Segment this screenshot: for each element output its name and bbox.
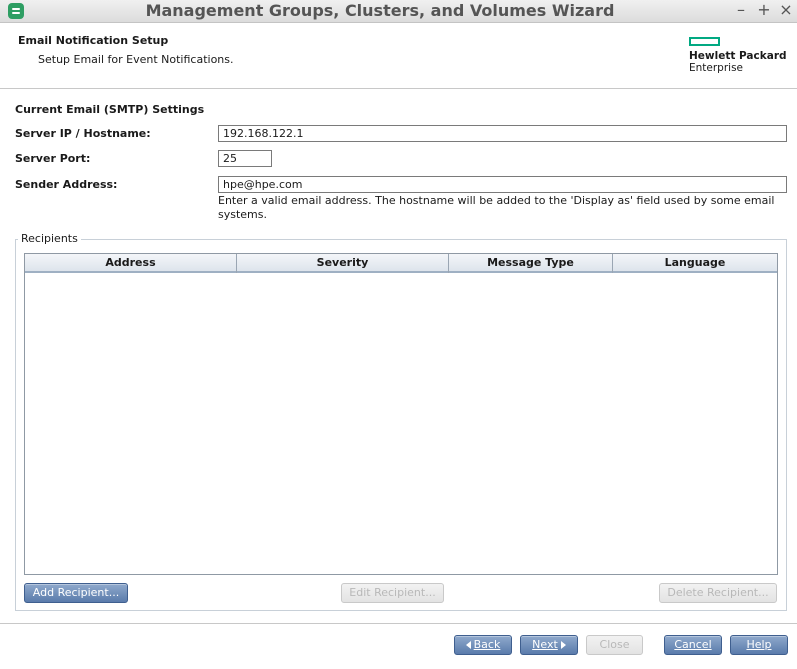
sender-address-hint: Enter a valid email address. The hostnam… bbox=[218, 194, 775, 221]
page-subtitle: Setup Email for Event Notifications. bbox=[38, 53, 234, 66]
recipients-table-header: Address Severity Message Type Language bbox=[25, 254, 777, 273]
server-hostname-input[interactable]: 192.168.122.1 bbox=[218, 125, 787, 142]
page-title: Email Notification Setup bbox=[18, 34, 169, 47]
column-severity[interactable]: Severity bbox=[237, 254, 449, 273]
minimize-button[interactable]: – bbox=[732, 0, 750, 21]
delete-recipient-button[interactable]: Delete Recipient... bbox=[659, 583, 777, 603]
hpe-logo: Hewlett Packard Enterprise bbox=[689, 37, 789, 77]
close-window-button[interactable]: × bbox=[777, 0, 795, 21]
recipients-group-label: Recipients bbox=[18, 232, 81, 245]
next-button[interactable]: Next bbox=[520, 635, 578, 655]
hpe-logo-line1: Hewlett Packard bbox=[689, 50, 787, 62]
column-address[interactable]: Address bbox=[25, 254, 237, 273]
column-language[interactable]: Language bbox=[613, 254, 777, 273]
close-button[interactable]: Close bbox=[586, 635, 643, 655]
sender-address-input[interactable]: hpe@hpe.com bbox=[218, 176, 787, 193]
recipients-table[interactable]: Address Severity Message Type Language bbox=[24, 253, 778, 575]
server-hostname-label: Server IP / Hostname: bbox=[15, 127, 151, 140]
cancel-button[interactable]: Cancel bbox=[664, 635, 722, 655]
help-button[interactable]: Help bbox=[730, 635, 788, 655]
footer-separator bbox=[0, 623, 797, 624]
column-message-type[interactable]: Message Type bbox=[449, 254, 613, 273]
back-button-label: Back bbox=[473, 638, 501, 651]
add-recipient-button[interactable]: Add Recipient... bbox=[24, 583, 128, 603]
arrow-left-icon bbox=[465, 641, 471, 649]
wizard-header: Email Notification Setup Setup Email for… bbox=[0, 23, 797, 89]
help-button-label: Help bbox=[746, 638, 772, 651]
back-button[interactable]: Back bbox=[454, 635, 512, 655]
maximize-button[interactable]: + bbox=[755, 0, 773, 21]
title-bar: Management Groups, Clusters, and Volumes… bbox=[0, 0, 797, 23]
hpe-logo-line2: Enterprise bbox=[689, 62, 744, 74]
server-port-input[interactable]: 25 bbox=[218, 150, 272, 167]
server-port-label: Server Port: bbox=[15, 152, 91, 165]
cancel-button-label: Cancel bbox=[674, 638, 712, 651]
sender-address-label: Sender Address: bbox=[15, 178, 118, 191]
arrow-right-icon bbox=[560, 641, 566, 649]
edit-recipient-button[interactable]: Edit Recipient... bbox=[341, 583, 444, 603]
window-title: Management Groups, Clusters, and Volumes… bbox=[145, 1, 615, 20]
smtp-section-title: Current Email (SMTP) Settings bbox=[15, 103, 205, 116]
hpe-logo-mark-icon bbox=[689, 37, 720, 46]
next-button-label: Next bbox=[532, 638, 558, 651]
